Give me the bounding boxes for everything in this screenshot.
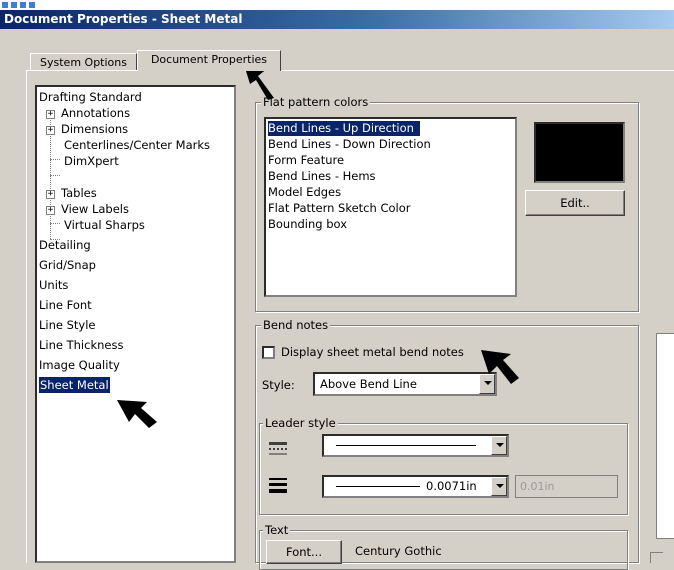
- font-name: Century Gothic: [355, 544, 442, 558]
- expand-icon[interactable]: +: [46, 110, 55, 119]
- chevron-down-icon[interactable]: [491, 477, 507, 496]
- line-style-icon: [269, 442, 287, 455]
- color-swatch: [534, 122, 625, 183]
- strip-mark: [2, 2, 8, 8]
- tree-item-dimensions[interactable]: Dimensions: [61, 121, 128, 137]
- list-item[interactable]: Bend Lines - Hems: [268, 169, 376, 184]
- style-dropdown[interactable]: Above Bend Line: [313, 372, 497, 396]
- tree-item-image-quality[interactable]: Image Quality: [39, 357, 120, 373]
- settings-tree[interactable]: Drafting Standard + Annotations + Dimens…: [35, 85, 236, 563]
- line-thickness-icon: [269, 478, 287, 493]
- line-thickness-dropdown[interactable]: 0.0071in: [322, 475, 509, 498]
- tree-item-line-font[interactable]: Line Font: [39, 297, 92, 313]
- expand-icon[interactable]: +: [46, 126, 55, 135]
- tab-system-options[interactable]: System Options: [30, 53, 137, 71]
- tab-label: Document Properties: [150, 53, 268, 66]
- tab-document-properties[interactable]: Document Properties: [137, 50, 281, 71]
- display-bend-notes-label[interactable]: Display sheet metal bend notes: [281, 345, 464, 359]
- line-style-preview: [336, 445, 476, 446]
- strip-mark: [29, 2, 35, 8]
- style-value: Above Bend Line: [320, 377, 417, 391]
- annotation-arrow-icon: [481, 350, 519, 384]
- line-thickness-value: 0.0071in: [426, 479, 477, 493]
- tab-label: System Options: [40, 56, 127, 69]
- tree-item-tables[interactable]: Tables: [61, 185, 97, 201]
- list-item[interactable]: Bend Lines - Up Direction: [268, 121, 420, 136]
- list-item[interactable]: Bounding box: [268, 217, 347, 232]
- top-strip: [0, 0, 674, 10]
- list-item[interactable]: Flat Pattern Sketch Color: [268, 201, 410, 216]
- expand-icon[interactable]: +: [46, 206, 55, 215]
- tree-item-drafting-standard[interactable]: Drafting Standard: [39, 89, 142, 105]
- tree-line: [50, 223, 60, 224]
- tree-item-grid-snap[interactable]: Grid/Snap: [39, 257, 96, 273]
- tree-item-sheet-metal[interactable]: Sheet Metal: [38, 376, 111, 394]
- tree-item-centerlines[interactable]: Centerlines/Center Marks: [64, 137, 210, 153]
- preview-panel: [656, 333, 674, 539]
- tree-line: [50, 159, 60, 160]
- chevron-down-icon[interactable]: [491, 436, 507, 455]
- flat-pattern-color-list[interactable]: Bend Lines - Up Direction Bend Lines - D…: [264, 117, 517, 297]
- line-thickness-preview: [336, 486, 420, 487]
- tree-line: [50, 175, 60, 176]
- line-style-dropdown[interactable]: [322, 434, 509, 457]
- tree-item-line-thickness[interactable]: Line Thickness: [39, 337, 123, 353]
- expand-icon[interactable]: +: [46, 190, 55, 199]
- list-item[interactable]: Bend Lines - Down Direction: [268, 137, 431, 152]
- display-bend-notes-checkbox[interactable]: [262, 346, 275, 359]
- style-label: Style:: [262, 378, 295, 392]
- strip-mark: [11, 2, 17, 8]
- tree-item-line-style[interactable]: Line Style: [39, 317, 96, 333]
- bend-notes-label: Bend notes: [261, 318, 331, 332]
- tree-item-detailing[interactable]: Detailing: [39, 237, 91, 253]
- annotation-arrow-icon: [117, 400, 157, 428]
- tree-item-units[interactable]: Units: [39, 277, 68, 293]
- edit-color-button[interactable]: Edit..: [525, 190, 625, 216]
- font-button[interactable]: Font...: [266, 540, 342, 564]
- list-item[interactable]: Form Feature: [268, 153, 344, 168]
- text-group-label: Text: [263, 523, 291, 537]
- tree-item-virtual-sharps[interactable]: Virtual Sharps: [64, 217, 145, 233]
- window-title: Document Properties - Sheet Metal: [0, 10, 674, 29]
- tree-item-view-labels[interactable]: View Labels: [61, 201, 129, 217]
- strip-mark: [20, 2, 26, 8]
- tree-item-annotations[interactable]: Annotations: [61, 105, 130, 121]
- leader-style-label: Leader style: [263, 416, 338, 430]
- partial-control: [650, 552, 663, 563]
- list-item[interactable]: Model Edges: [268, 185, 341, 200]
- custom-thickness-input[interactable]: 0.01in: [515, 475, 618, 498]
- tree-item-dimxpert[interactable]: DimXpert: [64, 153, 119, 169]
